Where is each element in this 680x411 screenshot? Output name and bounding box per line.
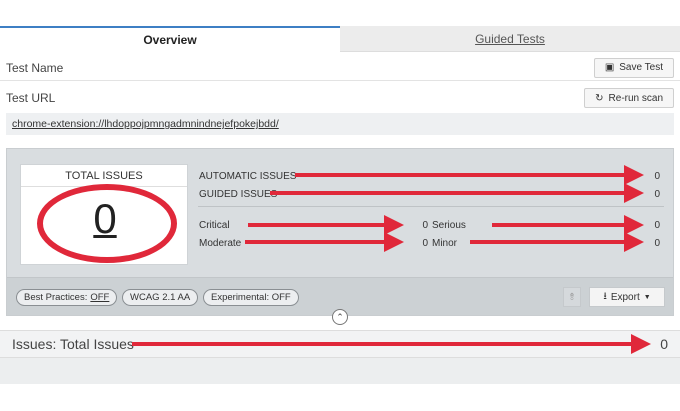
- best-practices-toggle[interactable]: Best Practices: OFF: [16, 289, 118, 306]
- collapse-summary-button[interactable]: ⌃: [332, 309, 348, 325]
- chevron-up-icon: ⌃: [336, 311, 344, 322]
- download-icon: ⭳: [603, 290, 607, 302]
- test-name-row: Test Name ▣ Save Test: [0, 55, 680, 81]
- total-issues-card: TOTAL ISSUES 0: [20, 164, 188, 265]
- experimental-label: Experimental: OFF: [211, 292, 291, 303]
- test-url-row: Test URL ↻ Re-run scan: [0, 86, 680, 110]
- moderate-count[interactable]: 0: [408, 238, 428, 249]
- share-button[interactable]: ⥉: [563, 287, 581, 307]
- tab-guided-tests[interactable]: Guided Tests: [340, 26, 680, 52]
- best-practices-value: OFF: [90, 292, 110, 303]
- serious-count[interactable]: 0: [640, 220, 660, 231]
- minor-label: Minor: [432, 238, 458, 249]
- wcag-level-selector[interactable]: WCAG 2.1 AA: [122, 289, 199, 306]
- test-url-field: chrome-extension://lhdoppojpmngadmnindne…: [6, 113, 674, 135]
- summary-panel: TOTAL ISSUES 0 AUTOMATIC ISSUES 0 GUIDED…: [6, 148, 674, 316]
- rerun-scan-button[interactable]: ↻ Re-run scan: [584, 88, 674, 108]
- minor-count[interactable]: 0: [640, 238, 660, 249]
- issues-list-area: [0, 358, 680, 384]
- tab-bar: Overview Guided Tests: [0, 26, 680, 52]
- best-practices-label: Best Practices:: [24, 292, 88, 303]
- refresh-icon: ↻: [595, 92, 604, 104]
- critical-count[interactable]: 0: [408, 220, 428, 231]
- test-name-label: Test Name: [6, 60, 64, 75]
- save-test-button[interactable]: ▣ Save Test: [593, 57, 674, 78]
- stats-divider: [198, 206, 664, 207]
- automatic-issues-count[interactable]: 0: [640, 171, 660, 182]
- guided-issues-count[interactable]: 0: [640, 189, 660, 200]
- test-url-label: Test URL: [6, 91, 56, 105]
- page: Overview Guided Tests Test Name ▣ Save T…: [0, 0, 680, 411]
- serious-label: Serious: [432, 220, 466, 231]
- save-icon: ▣: [604, 62, 615, 73]
- wcag-level-label: WCAG 2.1 AA: [130, 292, 191, 303]
- critical-label: Critical: [199, 220, 230, 231]
- annotation-ellipse: [37, 184, 177, 263]
- experimental-toggle[interactable]: Experimental: OFF: [203, 289, 299, 306]
- moderate-label: Moderate: [199, 238, 242, 249]
- export-label: Export: [610, 291, 640, 303]
- issues-title: Issues: Total Issues: [12, 336, 134, 352]
- export-button[interactable]: ⭳ Export ▼: [589, 287, 665, 307]
- guided-issues-label: GUIDED ISSUES: [199, 189, 278, 200]
- issues-header: Issues: Total Issues 0: [0, 330, 680, 358]
- tab-overview[interactable]: Overview: [0, 26, 340, 52]
- share-icon: ⥉: [569, 291, 575, 303]
- save-test-label: Save Test: [619, 62, 663, 73]
- rerun-scan-label: Re-run scan: [608, 92, 663, 104]
- test-url-link[interactable]: chrome-extension://lhdoppojpmngadmnindne…: [12, 118, 279, 130]
- caret-down-icon: ▼: [643, 293, 651, 301]
- issues-count: 0: [660, 336, 668, 352]
- automatic-issues-label: AUTOMATIC ISSUES: [199, 171, 297, 182]
